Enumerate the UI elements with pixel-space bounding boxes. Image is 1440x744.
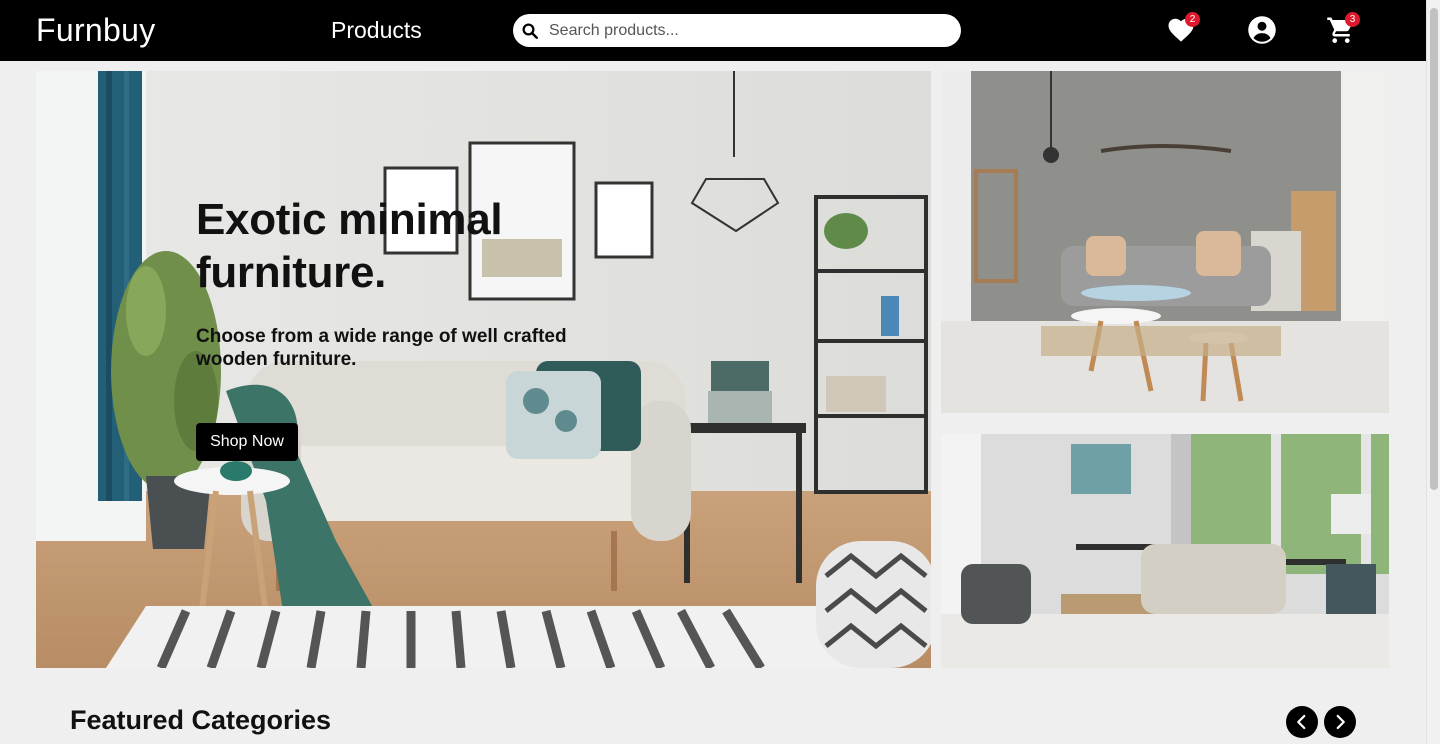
brand-logo[interactable]: Furnbuy bbox=[36, 12, 156, 49]
scrollbar-thumb[interactable] bbox=[1430, 8, 1438, 490]
top-navbar: Furnbuy Products 2 3 bbox=[0, 0, 1426, 61]
bright-living-room-image bbox=[941, 434, 1389, 668]
wishlist-count-badge: 2 bbox=[1185, 12, 1200, 27]
wishlist-button[interactable]: 2 bbox=[1166, 12, 1200, 45]
search-input[interactable] bbox=[549, 21, 949, 40]
chevron-left-icon bbox=[1297, 714, 1306, 730]
page-scrollbar[interactable] bbox=[1426, 0, 1440, 744]
shop-now-button[interactable]: Shop Now bbox=[196, 423, 298, 461]
hero-side-image-bottom[interactable] bbox=[941, 434, 1389, 668]
carousel-next-button[interactable] bbox=[1324, 706, 1356, 738]
search-bar[interactable] bbox=[513, 14, 961, 47]
hero-copy: Exotic minimal furniture. Choose from a … bbox=[196, 193, 626, 371]
hero-title: Exotic minimal furniture. bbox=[196, 195, 503, 297]
nav-products-link[interactable]: Products bbox=[331, 17, 422, 44]
grey-living-room-image bbox=[941, 71, 1389, 413]
chevron-right-icon bbox=[1336, 714, 1345, 730]
cart-button[interactable]: 3 bbox=[1326, 12, 1360, 45]
account-button[interactable] bbox=[1247, 15, 1277, 45]
featured-categories-title: Featured Categories bbox=[70, 705, 332, 735]
hero-subtitle: Choose from a wide range of well crafted… bbox=[196, 326, 567, 370]
hero-banner: Exotic minimal furniture. Choose from a … bbox=[36, 71, 931, 668]
search-icon bbox=[521, 22, 539, 40]
user-account-icon bbox=[1248, 16, 1276, 44]
hero-side-image-top[interactable] bbox=[941, 71, 1389, 413]
cart-count-badge: 3 bbox=[1345, 12, 1360, 27]
carousel-prev-button[interactable] bbox=[1286, 706, 1318, 738]
